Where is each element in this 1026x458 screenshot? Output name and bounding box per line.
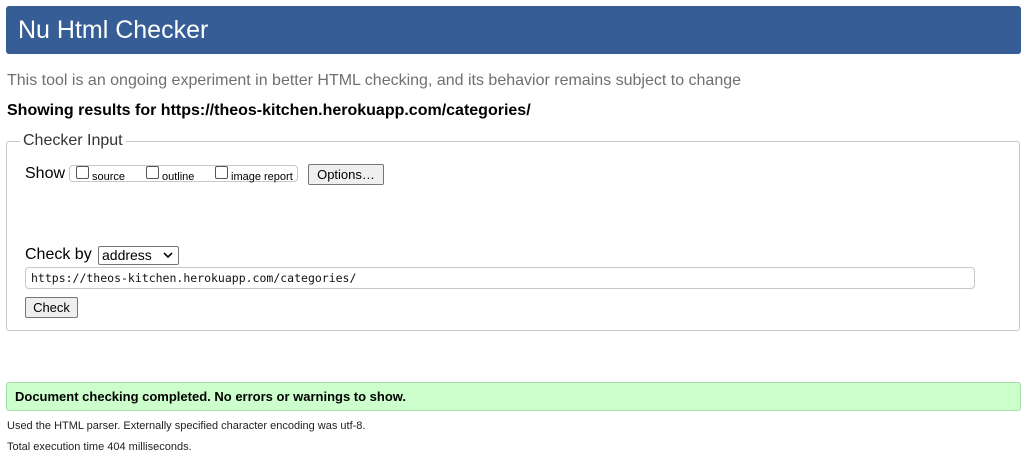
image-report-checkbox-label: image report — [231, 171, 293, 183]
checker-input-legend: Checker Input — [20, 132, 126, 150]
check-by-selected-value: address — [102, 247, 152, 263]
check-button[interactable]: Check — [25, 297, 78, 318]
page-title: Nu Html Checker — [18, 16, 209, 44]
showing-results-heading: Showing results for https://theos-kitche… — [7, 102, 531, 119]
outline-checkbox-label: outline — [162, 171, 195, 183]
parser-info: Used the HTML parser. Externally specifi… — [7, 420, 366, 432]
checker-input-fieldset: Checker Input Show source outline image … — [6, 132, 1020, 331]
chevron-down-icon — [163, 248, 173, 268]
header-banner: Nu Html Checker — [6, 6, 1021, 54]
check-by-label: Check by — [25, 246, 92, 263]
options-button[interactable]: Options… — [308, 164, 384, 185]
execution-time-info: Total execution time 404 milliseconds. — [7, 441, 192, 453]
url-input[interactable]: https://theos-kitchen.herokuapp.com/cate… — [25, 267, 975, 289]
source-checkbox-box[interactable] — [76, 166, 89, 179]
success-message: Document checking completed. No errors o… — [15, 389, 407, 404]
source-checkbox-label: source — [92, 171, 126, 183]
success-message-box: Document checking completed. No errors o… — [6, 382, 1021, 411]
outline-checkbox[interactable]: outline — [146, 166, 194, 184]
outline-checkbox-box[interactable] — [146, 166, 159, 179]
show-options-group: source outline image report — [69, 165, 298, 184]
image-report-checkbox-box[interactable] — [215, 166, 228, 179]
show-label: Show — [25, 165, 66, 182]
image-report-checkbox[interactable]: image report — [215, 166, 293, 184]
check-by-select[interactable]: address — [98, 246, 179, 265]
source-checkbox[interactable]: source — [76, 166, 125, 184]
tagline: This tool is an ongoing experiment in be… — [7, 72, 742, 89]
